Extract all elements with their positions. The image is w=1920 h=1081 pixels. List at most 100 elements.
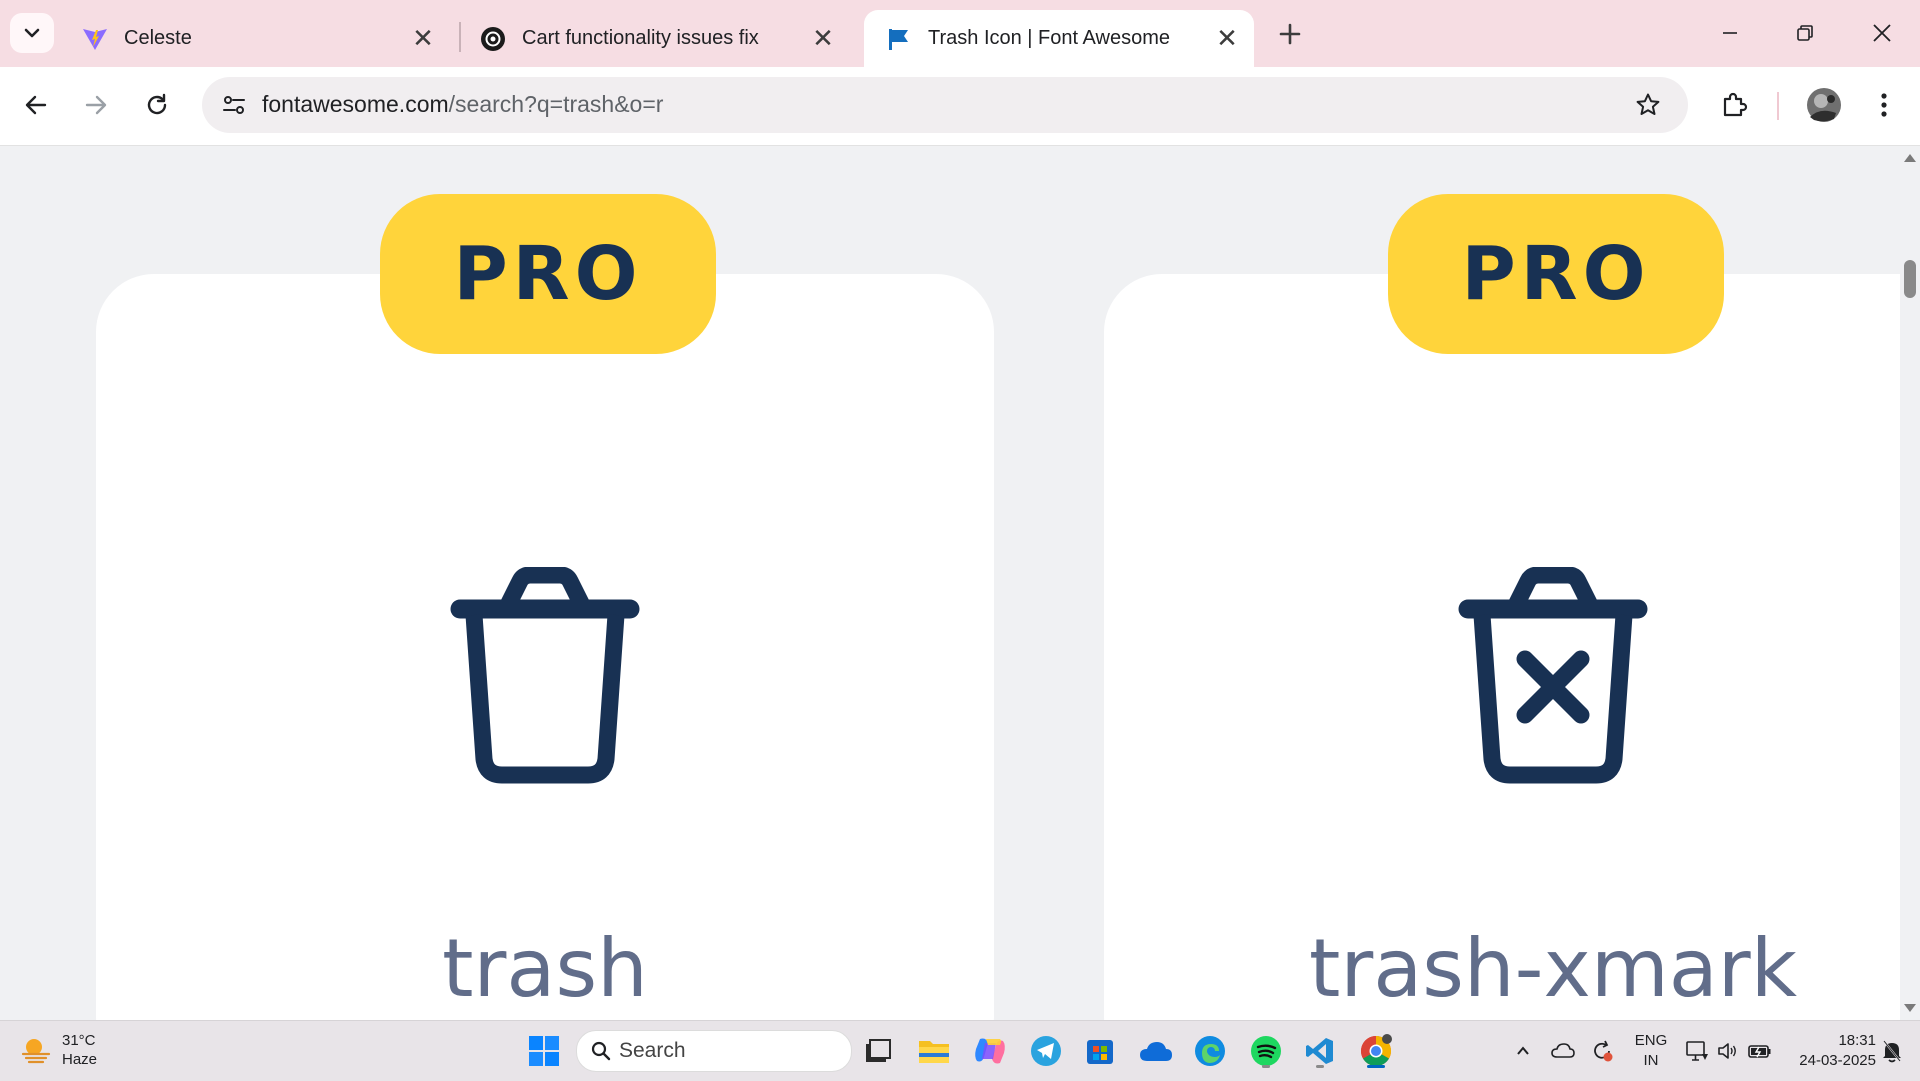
- browser-toolbar: fontawesome.com/search?q=trash&o=r: [0, 67, 1920, 146]
- extensions-button[interactable]: [1712, 83, 1756, 127]
- search-label: Search: [619, 1039, 686, 1062]
- icon-name-label: trash: [442, 922, 648, 1015]
- tab-title: Trash Icon | Font Awesome: [928, 27, 1170, 49]
- url-path: /search?q=trash&o=r: [448, 91, 664, 117]
- scroll-up-arrow[interactable]: [1904, 154, 1916, 162]
- vscode-icon: [1306, 1038, 1333, 1064]
- more-vertical-icon: [1881, 93, 1887, 117]
- tab-title: Cart functionality issues fix: [522, 27, 759, 49]
- tab-title: Celeste: [124, 27, 192, 49]
- weather-temp: 31°C: [62, 1032, 96, 1049]
- restore-icon: [1797, 25, 1813, 41]
- address-bar[interactable]: fontawesome.com/search?q=trash&o=r: [202, 77, 1688, 133]
- close-window-button[interactable]: [1852, 10, 1912, 56]
- font-awesome-flag-icon: [886, 26, 912, 52]
- chrome-icon: [1360, 1034, 1392, 1067]
- reload-icon: [147, 93, 167, 115]
- pro-badge: PRO: [380, 194, 716, 354]
- language-indicator[interactable]: ENG IN: [1628, 1021, 1674, 1081]
- minimize-button[interactable]: [1700, 10, 1760, 56]
- running-indicator: [1262, 1065, 1270, 1068]
- tab-search-button[interactable]: [10, 13, 54, 53]
- chrome-button[interactable]: [1356, 1031, 1396, 1071]
- arrow-left-icon: [25, 95, 47, 115]
- notifications-button[interactable]: [1876, 1021, 1908, 1081]
- active-indicator: [1367, 1065, 1385, 1068]
- trash-xmark-icon: [1458, 567, 1648, 784]
- edge-icon: [1195, 1036, 1225, 1066]
- spotify-button[interactable]: [1246, 1031, 1286, 1071]
- page-scrollbar[interactable]: [1900, 146, 1920, 1020]
- volume-icon[interactable]: [1714, 1021, 1742, 1081]
- pro-badge: PRO: [1388, 194, 1724, 354]
- avatar-icon: [1807, 88, 1841, 122]
- taskbar-search-box[interactable]: Search: [576, 1030, 852, 1072]
- scroll-down-arrow[interactable]: [1904, 1004, 1916, 1012]
- toolbar-separator: [1777, 92, 1779, 120]
- network-icon[interactable]: [1682, 1021, 1712, 1081]
- trash-icon: [450, 567, 640, 784]
- vscode-button[interactable]: [1300, 1031, 1340, 1071]
- task-view-button[interactable]: [858, 1031, 898, 1071]
- battery-icon[interactable]: [1744, 1021, 1776, 1081]
- lang-line1: ENG: [1634, 1032, 1668, 1049]
- sync-icon[interactable]: [1586, 1021, 1618, 1081]
- icon-card-trash-xmark[interactable]: trash-xmark: [1104, 274, 1900, 1020]
- menu-button[interactable]: [1862, 83, 1906, 127]
- restore-button[interactable]: [1775, 10, 1835, 56]
- microsoft-store-button[interactable]: [1080, 1031, 1120, 1071]
- onedrive-button[interactable]: [1136, 1031, 1176, 1071]
- bell-icon: [1883, 1040, 1901, 1063]
- sun-haze-icon: [21, 1039, 51, 1064]
- icon-name-label: trash-xmark: [1308, 922, 1798, 1015]
- show-hidden-icons-button[interactable]: [1508, 1021, 1538, 1081]
- windows-logo-icon: [529, 1036, 559, 1066]
- store-icon: [1087, 1040, 1113, 1064]
- tab-close-icon[interactable]: ✕: [808, 23, 838, 54]
- folder-icon: [919, 1041, 949, 1063]
- url-domain: fontawesome.com: [262, 91, 449, 117]
- tab-cart-functionality[interactable]: Cart functionality issues fix ✕: [458, 10, 850, 67]
- clock-time: 18:31: [1838, 1032, 1876, 1049]
- spotify-icon: [1251, 1036, 1281, 1066]
- search-icon: [591, 1041, 611, 1061]
- weather-widget[interactable]: 31°C Haze: [20, 1031, 97, 1069]
- url-text[interactable]: fontawesome.com/search?q=trash&o=r: [262, 91, 663, 118]
- plus-icon: [1279, 23, 1301, 45]
- profile-avatar[interactable]: [1802, 83, 1846, 127]
- new-tab-button[interactable]: [1270, 14, 1310, 54]
- tab-close-icon[interactable]: ✕: [408, 23, 438, 54]
- edge-button[interactable]: [1190, 1031, 1230, 1071]
- scrollbar-thumb[interactable]: [1904, 260, 1916, 298]
- chevron-down-icon: [24, 28, 40, 38]
- clock[interactable]: 18:31 24-03-2025: [1780, 1021, 1876, 1081]
- windows-taskbar: 31°C Haze Search ENG IN 18:31 24-03-2025: [0, 1020, 1920, 1081]
- telegram-icon: [1031, 1036, 1061, 1066]
- lang-line2: IN: [1643, 1052, 1659, 1069]
- running-indicator: [1316, 1065, 1324, 1068]
- icon-card-trash[interactable]: trash: [96, 274, 994, 1020]
- weather-condition: Haze: [62, 1051, 98, 1068]
- close-icon: [1873, 24, 1891, 42]
- chevron-up-icon: [1517, 1046, 1529, 1055]
- telegram-button[interactable]: [1026, 1031, 1066, 1071]
- copilot-icon: [975, 1038, 1005, 1064]
- tab-strip: Celeste ✕ Cart functionality issues fix …: [0, 0, 1920, 67]
- site-info-icon[interactable]: [214, 85, 254, 125]
- reload-button[interactable]: [135, 83, 179, 127]
- tab-close-icon[interactable]: ✕: [1212, 23, 1242, 54]
- forward-button[interactable]: [74, 83, 118, 127]
- onedrive-cloud-icon: [1140, 1042, 1172, 1061]
- page-content: trash PRO trash-xmark PRO: [0, 146, 1900, 1020]
- back-button[interactable]: [14, 83, 58, 127]
- clock-date: 24-03-2025: [1799, 1052, 1876, 1069]
- arrow-right-icon: [85, 95, 107, 115]
- file-explorer-button[interactable]: [914, 1031, 954, 1071]
- tab-font-awesome[interactable]: Trash Icon | Font Awesome ✕: [864, 10, 1254, 67]
- tab-celeste[interactable]: Celeste ✕: [60, 10, 450, 67]
- copilot-button[interactable]: [970, 1031, 1010, 1071]
- chatgpt-icon: [480, 26, 506, 52]
- onedrive-tray-icon[interactable]: [1548, 1021, 1578, 1081]
- start-button[interactable]: [524, 1031, 564, 1071]
- bookmark-star-icon[interactable]: [1628, 85, 1668, 125]
